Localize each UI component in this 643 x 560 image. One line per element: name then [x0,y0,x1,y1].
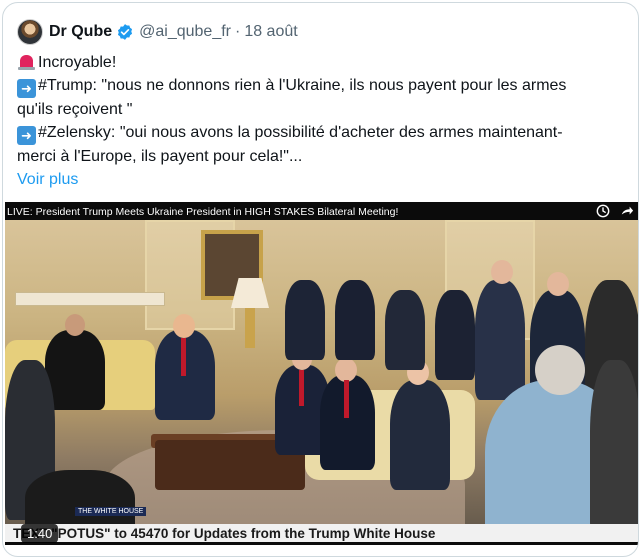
author-handle[interactable]: @ai_qube_fr [139,23,231,41]
person-head [65,314,85,336]
text-line-content: #Trump: "nous ne donnons rien à l'Ukrain… [38,77,567,94]
text-line-content: #Zelensky: "oui nous avons la possibilit… [38,124,563,141]
tweet-card[interactable]: Dr Qube @ai_qube_fr · 18 août Incroyable… [2,2,639,557]
text-line: qu'ils reçoivent " [17,98,627,121]
news-ticker: TEXT "POTUS" to 45470 for Updates from t… [5,524,638,542]
person-standing [475,280,525,400]
siren-icon [17,51,36,70]
lamp-stand [245,308,255,348]
person-head [547,272,569,296]
person-standing [435,290,475,380]
text-line: ➜ #Trump: "nous ne donnons rien à l'Ukrai… [17,74,627,98]
text-line-content: merci à l'Europe, ils payent pour cela!"… [17,148,303,165]
arrow-right-icon: ➜ [17,79,36,98]
red-tie [299,370,304,406]
separator-dot: · [234,23,241,40]
arrow-right-icon: ➜ [17,126,36,145]
author-name[interactable]: Dr Qube [49,23,112,41]
share-icon[interactable] [620,204,634,218]
clock-icon[interactable] [596,204,610,218]
video-player[interactable]: LIVE: President Trump Meets Ukraine Pres… [5,202,638,545]
mantel [15,292,165,306]
person-standing [335,280,375,360]
person-head [335,358,357,382]
verified-badge-icon [118,24,133,40]
avatar[interactable] [17,19,43,45]
person-standing [285,280,325,360]
text-line-content: Incroyable! [38,54,117,71]
red-tie [344,380,349,418]
text-line: merci à l'Europe, ils payent pour cela!"… [17,145,627,168]
person-head [173,314,195,338]
show-more-link[interactable]: Voir plus [17,168,78,191]
video-caption: LIVE: President Trump Meets Ukraine Pres… [7,206,399,218]
person-head [535,345,585,395]
person-standing [385,290,425,370]
video-duration: 1:40 [21,524,59,543]
person-head [491,260,513,284]
tweet-text: Incroyable! ➜ #Trump: "nous ne donnons ri… [17,51,627,191]
person-foreground [590,360,638,540]
text-line: Incroyable! [17,51,627,74]
video-frame[interactable] [5,220,638,540]
red-tie [181,338,186,376]
tweet-header: Dr Qube @ai_qube_fr · 18 août [17,17,298,47]
person-seated [390,380,450,490]
text-line-content: qu'ils reçoivent " [17,101,133,118]
person-seated [45,330,105,410]
white-house-logo: THE WHITE HOUSE [75,507,147,516]
video-overlay-icons [596,204,634,218]
text-line: ➜ #Zelensky: "oui nous avons la possibili… [17,121,627,145]
post-date[interactable]: 18 août [244,23,297,41]
